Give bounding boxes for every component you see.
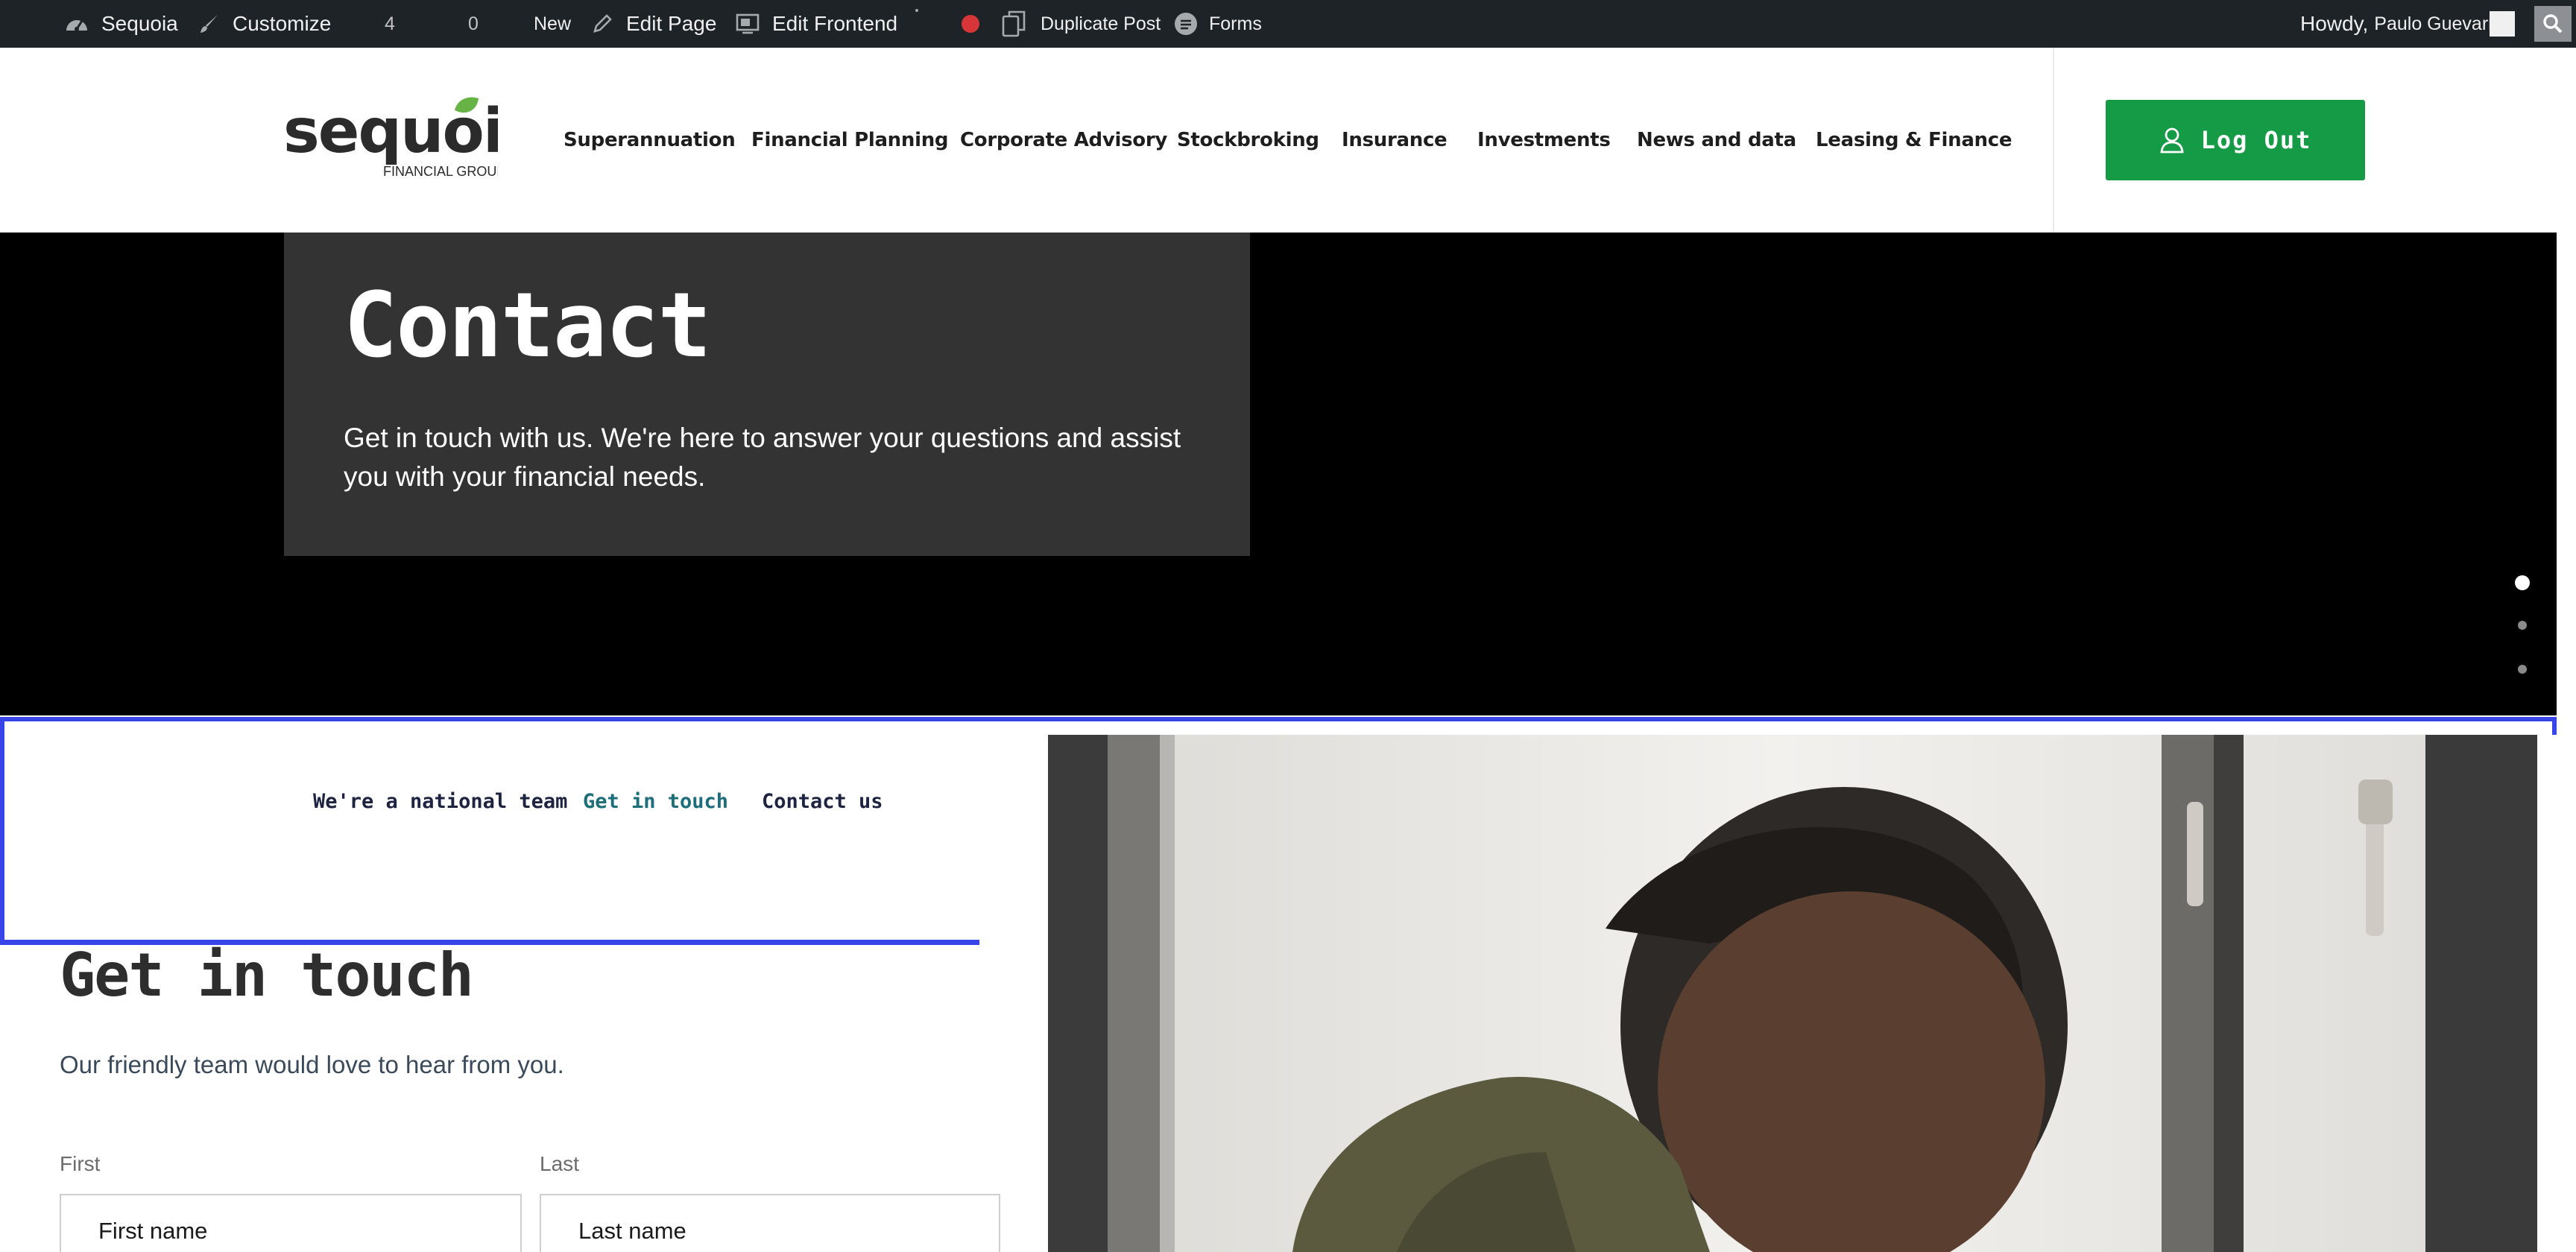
nav-leasing-finance[interactable]: Leasing & Finance (1816, 48, 2012, 233)
red-dot-icon (962, 15, 979, 33)
updates-link[interactable]: 4 (350, 0, 395, 48)
site-menu[interactable]: Sequoia (64, 0, 178, 48)
small-dot-icon (914, 0, 920, 48)
nav-financial-planning[interactable]: Financial Planning (751, 48, 949, 233)
forms-label: Forms (1209, 13, 1262, 34)
forms-link[interactable]: Forms (1173, 0, 1262, 48)
anchor-contact-us[interactable]: Contact us (762, 790, 883, 813)
form-subtitle: Our friendly team would love to hear fro… (60, 1051, 564, 1078)
avatar[interactable] (2490, 11, 2515, 37)
forms-icon (1175, 13, 1197, 35)
customize-label: Customize (233, 12, 332, 35)
contact-photo (979, 735, 2576, 1252)
logo[interactable]: sequoia FINANCIAL GROUP (282, 96, 543, 179)
logout-label: Log Out (2200, 126, 2312, 154)
nav-stockbroking[interactable]: Stockbroking (1177, 48, 1319, 233)
first-name-label: First (60, 1152, 101, 1175)
brush-icon (201, 15, 218, 33)
edit-page-label: Edit Page (626, 12, 717, 35)
edit-page-link[interactable]: Edit Page (590, 0, 716, 48)
search-icon (2543, 14, 2563, 34)
updates-count: 4 (385, 13, 395, 34)
slide-dot-1[interactable] (2515, 575, 2530, 590)
form-title: Get in touch (60, 940, 474, 1010)
anchor-national-team[interactable]: We're a national team (313, 790, 567, 813)
anchor-get-in-touch[interactable]: Get in touch (583, 790, 728, 813)
nav-superannuation[interactable]: Superannuation (564, 48, 736, 233)
user-icon (2160, 127, 2184, 154)
site-header: sequoia FINANCIAL GROUP Superannuation F… (0, 48, 2576, 233)
customize-link[interactable]: Customize (198, 0, 331, 48)
edit-frontend-link[interactable]: Edit Frontend (735, 0, 897, 48)
search-button[interactable] (2534, 6, 2572, 42)
plus-icon (511, 16, 525, 31)
account-menu[interactable]: Howdy, Paulo Guevarra (2300, 0, 2504, 48)
howdy-label: Howdy, (2300, 12, 2369, 35)
hero-slider: Contact Get in touch with us. We're here… (0, 233, 2557, 715)
nav-insurance[interactable]: Insurance (1342, 48, 1448, 233)
nav-investments[interactable]: Investments (1477, 48, 1611, 233)
slide-dot-3[interactable] (2518, 665, 2527, 674)
comments-link[interactable]: 0 (434, 0, 479, 48)
site-name: Sequoia (101, 12, 178, 35)
nav-news-and-data[interactable]: News and data (1637, 48, 1796, 233)
last-name-label: Last (540, 1152, 579, 1175)
hero-description: Get in touch with us. We're here to answ… (344, 423, 1181, 492)
monitor-icon (736, 13, 760, 34)
duplicate-post-link[interactable]: Duplicate Post (1000, 0, 1161, 48)
new-content-link[interactable]: New (507, 0, 571, 48)
anchor-nav (0, 717, 981, 945)
anchor-border-right (2552, 717, 2557, 735)
edit-frontend-label: Edit Frontend (772, 12, 898, 35)
anchor-border-top (981, 717, 2557, 721)
updates-icon (353, 16, 370, 31)
duplicate-post-label: Duplicate Post (1041, 13, 1161, 34)
pencil-icon (593, 14, 612, 33)
admin-bar: Sequoia Customize 4 0 New Edit Page Edit… (0, 0, 2576, 48)
comment-icon (436, 16, 454, 28)
page-title: Contact (344, 274, 712, 378)
slide-dot-2[interactable] (2518, 621, 2527, 630)
user-name: Paulo Guevarra (2374, 13, 2505, 34)
first-name-input[interactable] (60, 1194, 522, 1252)
logo-subtitle: FINANCIAL GROUP (383, 164, 498, 179)
page: Sequoia Customize 4 0 New Edit Page Edit… (0, 0, 2576, 1252)
new-label: New (534, 13, 572, 34)
logout-button[interactable]: Log Out (2106, 100, 2365, 180)
header-divider (2053, 48, 2054, 233)
hero-card: Contact Get in touch with us. We're here… (284, 233, 1250, 556)
last-name-input[interactable] (540, 1194, 1000, 1252)
duplicate-icon (1002, 10, 1026, 37)
dashboard-icon (66, 20, 87, 31)
status-indicator[interactable] (960, 0, 981, 48)
nav-corporate-advisory[interactable]: Corporate Advisory (960, 48, 1167, 233)
comments-count: 0 (468, 13, 479, 34)
